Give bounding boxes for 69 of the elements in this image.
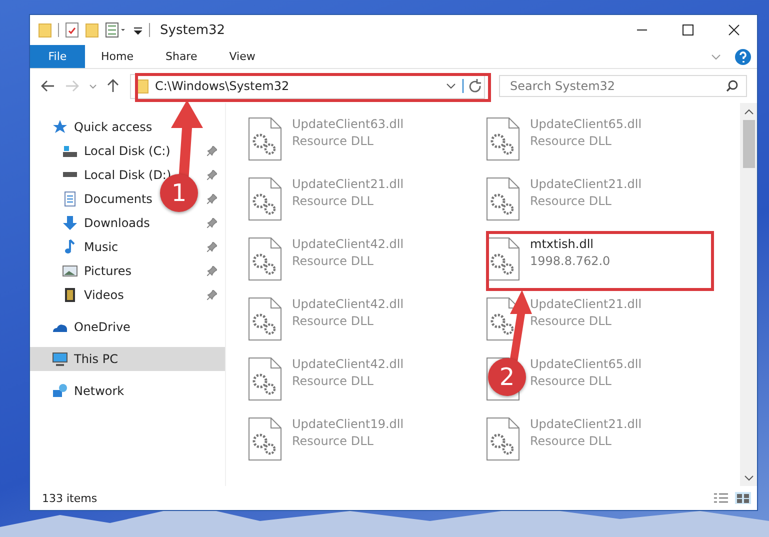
sidebar-item[interactable]: Music (84, 240, 118, 254)
file-detail: Resource DLL (292, 374, 374, 388)
sidebar-item[interactable]: Documents (84, 192, 152, 206)
settings-file-icon (248, 357, 282, 401)
help-icon[interactable] (735, 48, 751, 64)
monitor-icon (52, 351, 68, 367)
settings-file-icon (248, 117, 282, 161)
sidebar-item[interactable]: OneDrive (74, 320, 130, 334)
ribbon-tab[interactable]: Home (85, 45, 150, 68)
maximize-icon (682, 24, 694, 36)
sidebar-item[interactable]: Downloads (84, 216, 150, 230)
large-icons-view-icon[interactable] (735, 492, 751, 504)
refresh-icon[interactable] (462, 79, 484, 93)
file-detail: Resource DLL (530, 434, 612, 448)
forward-arrow-icon (65, 80, 79, 92)
item-count: 133 items (42, 492, 98, 504)
address-bar[interactable]: C:\Windows\System32 (130, 74, 485, 98)
file-detail: Resource DLL (292, 314, 374, 328)
settings-file-icon (486, 237, 520, 281)
folder-icon (38, 22, 52, 38)
settings-file-icon (248, 177, 282, 221)
drive-icon (62, 172, 78, 178)
back-arrow-icon (41, 80, 55, 92)
drive-icon (62, 144, 78, 158)
search-box[interactable]: Search System32 (499, 75, 747, 97)
settings-file-icon (248, 297, 282, 341)
checklist-icon[interactable] (65, 22, 79, 38)
download-arrow-icon (62, 215, 78, 231)
chevron-up-icon[interactable] (744, 108, 754, 116)
scrollbar-thumb[interactable] (742, 120, 754, 168)
up-arrow-icon (107, 79, 119, 93)
picture-icon (62, 263, 78, 279)
file-detail: Resource DLL (292, 194, 374, 208)
settings-file-icon (248, 417, 282, 461)
document-icon (62, 191, 78, 207)
sidebar-item[interactable]: Pictures (84, 264, 132, 278)
network-icon (52, 383, 68, 399)
search-icon (726, 80, 738, 92)
address-path: C:\Windows\System32 (155, 79, 290, 93)
sidebar-item[interactable]: This PC (74, 352, 118, 366)
window-title: System32 (160, 22, 226, 38)
sidebar-item[interactable]: Local Disk (C:) (84, 144, 170, 158)
sidebar-item[interactable]: Network (74, 384, 124, 398)
file-detail: Resource DLL (292, 254, 374, 268)
file-detail: Resource DLL (530, 314, 612, 328)
close-icon (728, 24, 740, 36)
file-detail: Resource DLL (292, 434, 374, 448)
settings-file-icon (486, 117, 520, 161)
details-view-icon[interactable] (713, 492, 729, 504)
file-name[interactable]: mtxtish.dll (530, 237, 610, 251)
file-detail: Resource DLL (530, 194, 612, 208)
ribbon-tab[interactable]: File (30, 45, 85, 68)
chevron-down-icon[interactable] (744, 474, 754, 482)
star-icon (52, 119, 68, 135)
ribbon-tab[interactable]: View (213, 45, 272, 68)
file-detail: Resource DLL (292, 134, 374, 148)
sidebar-item[interactable]: Quick access (74, 120, 152, 134)
sidebar-item[interactable]: Videos (84, 288, 124, 302)
film-icon (62, 287, 78, 303)
settings-file-icon (486, 177, 520, 221)
file-detail: Resource DLL (530, 134, 612, 148)
settings-file-icon (248, 237, 282, 281)
properties-icon[interactable] (105, 22, 127, 38)
file-detail: Resource DLL (530, 374, 612, 388)
chevron-down-icon[interactable] (446, 83, 456, 89)
ribbon-tab[interactable]: Share (149, 45, 214, 68)
file-detail: 1998.8.762.0 (530, 254, 610, 268)
settings-file-icon (486, 417, 520, 461)
scrollbar[interactable] (740, 103, 757, 486)
